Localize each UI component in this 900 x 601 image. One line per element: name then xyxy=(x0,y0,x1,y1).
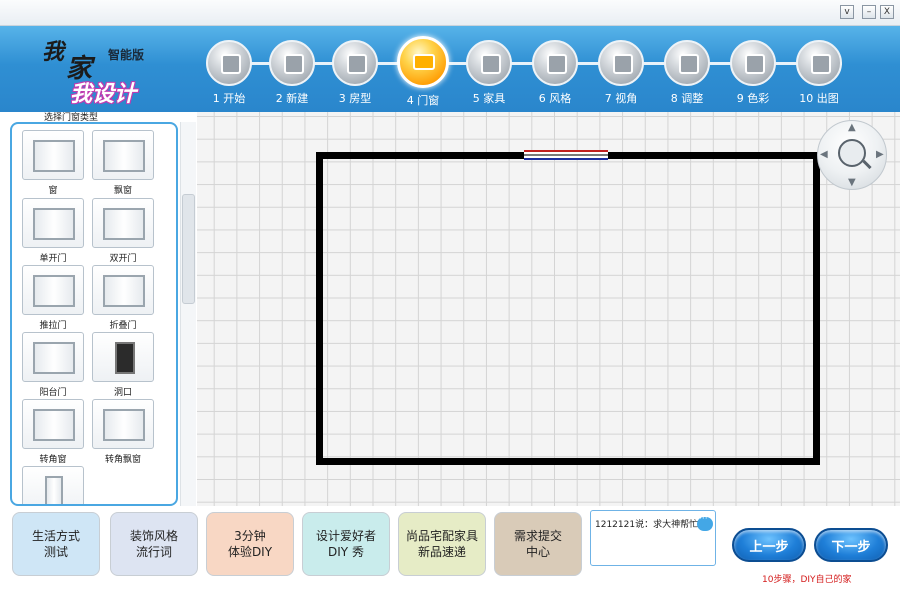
corner-bay-window-thumbnail xyxy=(92,399,154,449)
pan-up-icon[interactable]: ▲ xyxy=(848,122,856,133)
step-navigation: 1 开始 2 新建 3 房型 4 门窗 5 家具 6 风格 7 视角 8 调整 … xyxy=(196,32,856,112)
style-brush-icon xyxy=(532,40,578,86)
pan-left-icon[interactable]: ◀ xyxy=(820,149,828,160)
step-label: 6 风格 xyxy=(538,92,572,105)
minimize-button[interactable]: – xyxy=(862,5,876,19)
scrollbar-thumb[interactable] xyxy=(182,194,195,304)
catalog-item-corner-window[interactable]: 转角窗 xyxy=(22,399,84,465)
step-4[interactable]: 4 门窗 xyxy=(390,32,456,108)
catalog-item-label: 洞口 xyxy=(113,388,132,398)
next-step-button[interactable]: 下一步 xyxy=(814,528,888,562)
previous-step-button[interactable]: 上一步 xyxy=(732,528,806,562)
furniture-icon xyxy=(466,40,512,86)
catalog-item-corner-bay-window[interactable]: 转角飘窗 xyxy=(92,399,154,465)
sliding-door-thumbnail xyxy=(22,265,84,315)
step-label: 4 门窗 xyxy=(406,94,440,107)
opening-thumbnail xyxy=(92,332,154,382)
folding-door-thumbnail xyxy=(92,265,154,315)
corner-window-thumbnail xyxy=(22,399,84,449)
window-thumbnail xyxy=(22,130,84,180)
catalog-item-label: 转角窗 xyxy=(39,455,67,465)
catalog-item-single-door[interactable]: 单开门 xyxy=(22,198,84,264)
step-9[interactable]: 9 色彩 xyxy=(720,32,786,106)
new-products-button[interactable]: 尚品宅配家具 新品速递 xyxy=(398,512,486,576)
catalog-item-label: 推拉门 xyxy=(39,321,67,331)
step-3[interactable]: 3 房型 xyxy=(322,32,388,106)
view-cube-icon xyxy=(598,40,644,86)
pan-down-icon[interactable]: ▼ xyxy=(848,177,856,188)
step-6[interactable]: 6 风格 xyxy=(522,32,588,106)
catalog-item-folding-door[interactable]: 折叠门 xyxy=(92,265,154,331)
edition-label: 智能版 xyxy=(108,48,145,62)
zoom-pan-control[interactable]: ▲ ▼ ◀ ▶ xyxy=(817,120,887,190)
arrow-right-icon xyxy=(206,40,252,86)
floor-plan-canvas[interactable]: ▲ ▼ ◀ ▶ xyxy=(197,112,900,506)
logo-text: 我 xyxy=(42,39,65,65)
single-door-thumbnail xyxy=(22,198,84,248)
render-camera-icon xyxy=(796,40,842,86)
step-label: 5 家具 xyxy=(472,92,506,105)
catalog-item-label: 折叠门 xyxy=(109,321,137,331)
catalog-item-opening[interactable]: 洞口 xyxy=(92,332,154,398)
placed-window[interactable] xyxy=(524,150,608,160)
adjust-chair-icon xyxy=(664,40,710,86)
catalog-item-label: 双开门 xyxy=(109,254,137,264)
chat-message: 1212121说：求大神帮忙 xyxy=(595,520,699,530)
requirement-submit-button[interactable]: 需求提交 中心 xyxy=(494,512,582,576)
diy-experience-button[interactable]: 3分钟 体验DIY xyxy=(206,512,294,576)
step-label: 8 调整 xyxy=(670,92,704,105)
new-document-icon xyxy=(269,40,315,86)
step-5[interactable]: 5 家具 xyxy=(456,32,522,106)
room-layout-icon xyxy=(332,40,378,86)
decor-style-button[interactable]: 装饰风格 流行词 xyxy=(110,512,198,576)
step-label: 7 视角 xyxy=(604,92,638,105)
catalog-item-window[interactable]: 窗 xyxy=(22,130,84,196)
door-window-catalog: 窗 飘窗 单开门 双开门 推拉门 折叠门 阳台门 洞口 转角窗 转角飘窗 xyxy=(10,122,178,506)
step-label: 1 开始 xyxy=(212,92,246,105)
catalog-item-label: 阳台门 xyxy=(39,388,67,398)
balcony-door-thumbnail xyxy=(22,332,84,382)
double-door-thumbnail xyxy=(92,198,154,248)
catalog-scrollbar[interactable] xyxy=(180,122,196,506)
catalog-item-label: 转角飘窗 xyxy=(104,455,141,465)
step-hint: 10步骤，DIY自己的家 xyxy=(762,575,852,585)
logo-text: 我设计 xyxy=(70,82,137,107)
column-thumbnail xyxy=(22,466,84,504)
close-button[interactable]: X xyxy=(880,5,894,19)
step-2[interactable]: 2 新建 xyxy=(259,32,325,106)
catalog-item-label: 单开门 xyxy=(39,254,67,264)
catalog-item-double-door[interactable]: 双开门 xyxy=(92,198,154,264)
menu-dropdown-icon[interactable]: v xyxy=(840,5,854,19)
catalog-item-sliding-door[interactable]: 推拉门 xyxy=(22,265,84,331)
catalog-item-balcony-door[interactable]: 阳台门 xyxy=(22,332,84,398)
catalog-item-bay-window[interactable]: 飘窗 xyxy=(92,130,154,196)
catalog-item-label: 飘窗 xyxy=(113,186,132,196)
catalog-item-column[interactable] xyxy=(22,466,84,504)
app-logo: 我 家 我设计 智能版 xyxy=(10,30,180,122)
door-window-icon xyxy=(397,36,449,88)
step-10[interactable]: 10 出图 xyxy=(786,32,852,106)
bottom-bar: 生活方式 测试 装饰风格 流行词 3分钟 体验DIY 设计爱好者 DIY 秀 尚… xyxy=(0,506,900,601)
title-bar: v – X xyxy=(0,0,900,26)
zoom-icon[interactable] xyxy=(838,139,866,167)
step-label: 2 新建 xyxy=(275,92,309,105)
lifestyle-test-button[interactable]: 生活方式 测试 xyxy=(12,512,100,576)
catalog-item-label: 窗 xyxy=(48,186,58,196)
step-8[interactable]: 8 调整 xyxy=(654,32,720,106)
chat-bubble-icon[interactable] xyxy=(697,514,713,531)
step-label: 3 房型 xyxy=(338,92,372,105)
step-7[interactable]: 7 视角 xyxy=(588,32,654,106)
step-label: 10 出图 xyxy=(799,92,839,105)
pan-right-icon[interactable]: ▶ xyxy=(876,149,884,160)
diy-show-button[interactable]: 设计爱好者 DIY 秀 xyxy=(302,512,390,576)
chat-box[interactable]: 1212121说：求大神帮忙 xyxy=(590,510,716,566)
bay-window-thumbnail xyxy=(92,130,154,180)
step-label: 9 色彩 xyxy=(736,92,770,105)
step-1[interactable]: 1 开始 xyxy=(196,32,262,106)
color-palette-icon xyxy=(730,40,776,86)
room-walls[interactable] xyxy=(316,152,820,465)
